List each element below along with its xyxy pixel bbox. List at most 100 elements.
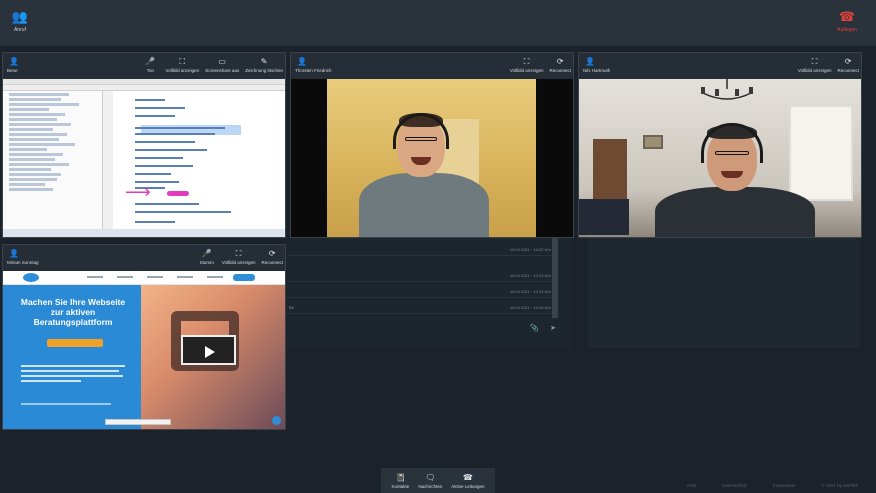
chat-message: 19.04.2021 · 14:22 Uhr — [287, 244, 557, 256]
dock-contacts-label: Kontakte — [391, 483, 410, 489]
reconnect-label: Reconnect — [261, 260, 283, 265]
hangup-button[interactable]: ☎ Auflegen — [834, 9, 860, 34]
dock-active-lines[interactable]: ☎ Aktive Leitungen — [451, 473, 484, 489]
chat-snippet: Bit — [289, 305, 294, 310]
website-nav — [3, 271, 285, 285]
dock-messages[interactable]: 🗨 Nachrichten — [418, 473, 442, 489]
mic-icon: 🎤 — [145, 57, 156, 66]
participant-name: Miriam Sonntag — [7, 260, 39, 265]
chat-timestamp: 19.04.2021 · 14:23 Uhr — [509, 273, 551, 278]
website-hero-image — [141, 285, 285, 429]
chandelier-icon — [701, 79, 753, 100]
reconnect-label: Reconnect — [549, 68, 571, 73]
reconnect-icon: ⟳ — [268, 249, 276, 258]
ide-project-tree — [3, 91, 103, 229]
chat-message: 19.04.2021 · 14:24 Uhr — [287, 286, 557, 298]
footer: AGB Datenschutz Impressum © 2021 by wePB… — [687, 483, 858, 488]
fullscreen-button[interactable]: ⛶ Vollbild anzeigen — [798, 57, 832, 73]
website-nav-links — [87, 276, 223, 278]
website-screenshot: Machen Sie Ihre Webseite zur aktiven Ber… — [3, 271, 285, 429]
mute-button[interactable]: 🎤 Stumm — [198, 249, 216, 265]
right-empty-panel — [588, 238, 860, 348]
pen-icon: ✎ — [260, 57, 268, 66]
chat-message: 19.04.2021 · 14:23 Uhr — [287, 270, 557, 282]
person-icon: 👤 — [9, 57, 19, 66]
add-user-icon: 👥 — [11, 9, 29, 24]
annotation-arrow: ⟶ — [125, 182, 151, 202]
participant-info: 👤 Nils Hartmuth — [583, 57, 610, 73]
top-bar: 👥 Anruf ☎ Auflegen — [0, 0, 876, 46]
bottom-dock: 📓 Kontakte 🗨 Nachrichten ☎ Aktive Leitun… — [381, 468, 495, 493]
fullscreen-icon: ⛶ — [179, 57, 186, 66]
video-stream — [291, 79, 573, 237]
video-tile-miriam: 👤 Miriam Sonntag 🎤 Stumm ⛶ Vollbild anze… — [2, 244, 286, 430]
fullscreen-label: Vollbild anzeigen — [221, 260, 256, 265]
website-nav-button — [233, 274, 255, 281]
reconnect-button[interactable]: ⟳ Reconnect — [837, 57, 859, 73]
chat-timestamp: 19.04.2021 · 14:22 Uhr — [509, 247, 551, 252]
tile-header: 👤 Miriam Sonntag 🎤 Stumm ⛶ Vollbild anze… — [3, 245, 285, 271]
participant-info: 👤 Bene — [7, 57, 21, 73]
dock-contacts[interactable]: 📓 Kontakte — [391, 472, 410, 489]
tile-actions: ⛶ Vollbild anzeigen ⟳ Reconnect — [510, 57, 571, 73]
mute-button[interactable]: 🎤 Ton — [141, 57, 159, 73]
ide-screenshot: ⟶ — [3, 79, 285, 237]
footer-copyright: © 2021 by wePBX — [821, 483, 858, 488]
shared-screen: Machen Sie Ihre Webseite zur aktiven Ber… — [3, 271, 285, 429]
annotation-underline — [167, 191, 189, 196]
participant-info: 👤 Thorsten Friedrich — [295, 57, 332, 73]
tile-header: 👤 Bene 🎤 Ton ⛶ Vollbild anzeigen ▭ Scree… — [3, 53, 285, 79]
reconnect-icon: ⟳ — [556, 57, 564, 66]
fullscreen-button[interactable]: ⛶ Vollbild anzeigen — [222, 249, 256, 265]
attach-icon[interactable]: 📎 — [530, 324, 539, 332]
person-icon: 👤 — [9, 249, 19, 258]
shared-screen: ⟶ — [3, 79, 285, 237]
fullscreen-icon: ⛶ — [523, 57, 530, 66]
website-cta-button — [47, 339, 103, 347]
dock-messages-label: Nachrichten — [418, 483, 443, 489]
screenshare-off-icon: ▭ — [218, 57, 226, 66]
website-hero-left: Machen Sie Ihre Webseite zur aktiven Ber… — [3, 285, 141, 429]
message-icon: 🗨 — [425, 472, 436, 482]
dock-active-lines-label: Aktive Leitungen — [451, 483, 485, 489]
footer-link-agb[interactable]: AGB — [687, 483, 697, 488]
video-tile-bene: 👤 Bene 🎤 Ton ⛶ Vollbild anzeigen ▭ Scree… — [2, 52, 286, 238]
play-icon — [205, 346, 215, 358]
reconnect-icon: ⟳ — [844, 57, 852, 66]
phone-icon: ☎ — [838, 9, 856, 24]
ide-gutter — [103, 91, 113, 229]
website-chat-icon — [272, 416, 281, 425]
footer-link-privacy[interactable]: Datenschutz — [722, 483, 747, 488]
mic-off-icon: 🎤 — [201, 249, 212, 258]
clear-drawing-button[interactable]: ✎ Zeichnung löschen — [245, 57, 283, 73]
website-hero-title: Machen Sie Ihre Webseite zur aktiven Ber… — [20, 297, 126, 327]
reconnect-button[interactable]: ⟳ Reconnect — [549, 57, 571, 73]
reconnect-label: Reconnect — [837, 68, 859, 73]
contacts-icon: 📓 — [395, 472, 406, 482]
tile-header: 👤 Nils Hartmuth ⛶ Vollbild anzeigen ⟳ Re… — [579, 53, 861, 79]
fullscreen-button[interactable]: ⛶ Vollbild anzeigen — [165, 57, 199, 73]
website-video — [181, 335, 236, 365]
mute-label: Ton — [146, 68, 155, 73]
chat-message: Bit 19.04.2021 · 14:25 Uhr — [287, 302, 557, 314]
webcam-image-nils — [579, 79, 861, 237]
hangup-label: Auflegen — [837, 27, 857, 33]
tile-actions: ⛶ Vollbild anzeigen ⟳ Reconnect — [798, 57, 859, 73]
screenshare-off-button[interactable]: ▭ Screenshare aus — [205, 57, 239, 73]
website-logo — [23, 273, 39, 282]
screenshare-off-label: Screenshare aus — [205, 68, 240, 73]
ide-editor: ⟶ — [103, 91, 285, 229]
footer-link-imprint[interactable]: Impressum — [773, 483, 795, 488]
chat-scrollbar[interactable] — [552, 238, 558, 318]
add-call-button[interactable]: 👥 Anruf — [8, 9, 32, 34]
ide-statusbar — [3, 229, 285, 237]
clear-drawing-label: Zeichnung löschen — [245, 68, 283, 73]
send-icon[interactable]: ➤ — [550, 324, 556, 332]
reconnect-button[interactable]: ⟳ Reconnect — [261, 249, 283, 265]
fullscreen-icon: ⛶ — [235, 249, 242, 258]
fullscreen-button[interactable]: ⛶ Vollbild anzeigen — [510, 57, 544, 73]
video-stream — [579, 79, 861, 237]
fullscreen-label: Vollbild anzeigen — [797, 68, 832, 73]
fullscreen-icon: ⛶ — [811, 57, 818, 66]
fullscreen-label: Vollbild anzeigen — [165, 68, 200, 73]
